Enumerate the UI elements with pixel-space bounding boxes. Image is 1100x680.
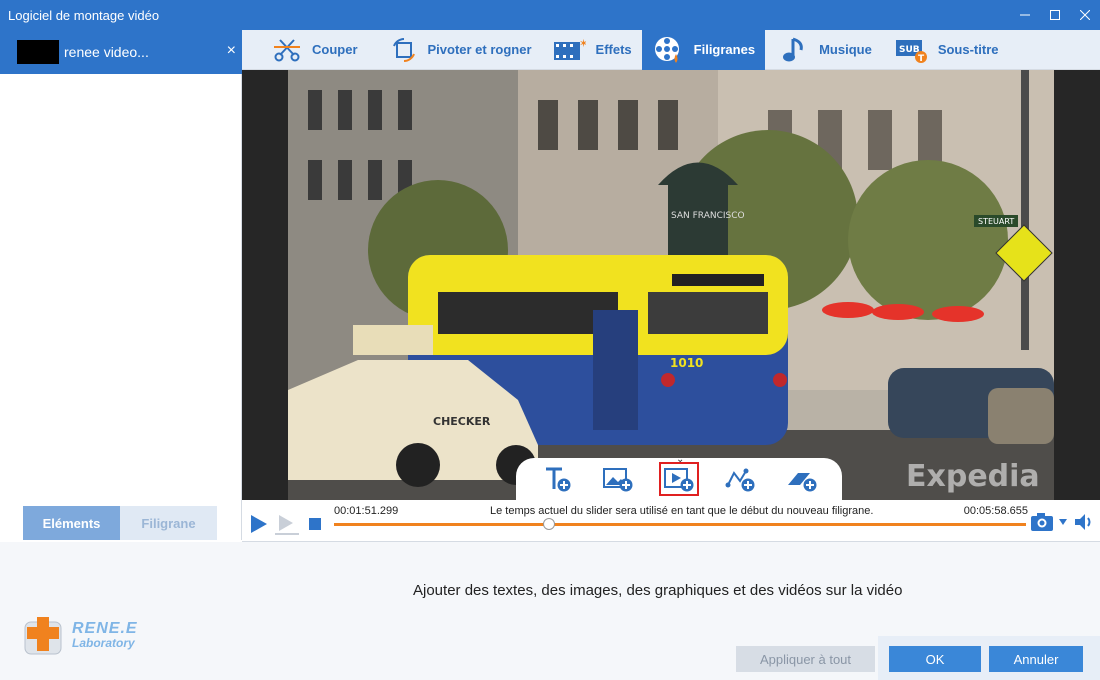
timeline: 00:01:51.299 Le temps actuel du slider s… — [242, 500, 1100, 542]
play-icon[interactable] — [250, 514, 268, 534]
edit-toolbar: Couper Pivoter et rogner ✶ Effets Filigr… — [242, 29, 1100, 70]
steuart-sign: STEUART — [978, 217, 1014, 226]
window-controls — [1010, 0, 1100, 30]
ok-button[interactable]: OK — [889, 646, 981, 672]
close-window-button[interactable] — [1070, 0, 1100, 30]
file-name: renee video... — [64, 44, 149, 60]
feature-description: Ajouter des textes, des images, des grap… — [413, 582, 903, 599]
add-text-button[interactable] — [537, 462, 577, 496]
watermark-icon — [654, 36, 679, 63]
bottom-panel: Ajouter des textes, des images, des grap… — [0, 542, 1100, 680]
maximize-icon — [1050, 10, 1060, 20]
cut-icon — [274, 38, 300, 61]
rene-logo: RENE.E Laboratory — [22, 614, 138, 658]
title-bar: Logiciel de montage vidéo — [0, 0, 1100, 30]
svg-text:T: T — [918, 54, 925, 64]
tab-sous-titre-label: Sous-titre — [937, 42, 999, 57]
file-close-button[interactable]: × — [227, 42, 236, 60]
music-icon — [783, 37, 803, 61]
logo-text: RENE.E Laboratory — [72, 621, 138, 651]
tab-pivoter-label: Pivoter et rogner — [427, 42, 532, 57]
add-eraser-button[interactable] — [781, 462, 821, 496]
timeline-hint: Le temps actuel du slider sera utilisé e… — [490, 505, 874, 517]
tab-pivoter[interactable]: Pivoter et rogner — [368, 30, 542, 70]
stop-icon[interactable] — [309, 518, 321, 530]
taxi-label: CHECKER — [433, 415, 491, 428]
minimize-button[interactable] — [1010, 0, 1040, 30]
expedia-watermark: Expedia — [906, 459, 1040, 494]
end-time: 00:05:58.655 — [963, 505, 1028, 517]
apply-all-button[interactable]: Appliquer à tout — [736, 646, 875, 672]
logo-line-1: RENE.E — [72, 620, 138, 637]
chevron-down-icon: ⌄ — [675, 454, 685, 465]
window-title: Logiciel de montage vidéo — [8, 7, 160, 23]
logo-line-2: Laboratory — [72, 636, 135, 650]
add-video-button[interactable]: ⌄ — [658, 454, 699, 496]
tab-effets-label: Effets — [595, 42, 632, 57]
add-graphic-button[interactable] — [720, 462, 760, 496]
logo-icon — [24, 617, 62, 655]
playback-controls — [250, 513, 321, 535]
tab-elements[interactable]: Eléments — [23, 506, 120, 540]
tab-musique[interactable]: Musique — [765, 30, 882, 70]
tab-sous-titre[interactable]: SUB T Sous-titre — [882, 30, 1009, 70]
video-frame: SAN FRANCISCO STEUART 1010 CHECKER Exped… — [288, 70, 1054, 500]
add-text-icon — [545, 467, 571, 492]
add-element-bar: ⌄ — [516, 454, 842, 500]
close-icon — [1080, 10, 1090, 20]
left-bottom-tabs: Eléments Filigrane — [23, 506, 217, 540]
cancel-button[interactable]: Annuler — [989, 646, 1083, 672]
eraser-icon — [788, 473, 817, 492]
camera-dropdown-icon[interactable] — [1058, 518, 1068, 526]
timeline-slider-handle[interactable] — [542, 518, 555, 530]
tab-couper-label: Couper — [312, 42, 358, 57]
tab-filigranes-label: Filigranes — [693, 42, 756, 57]
timeline-track[interactable] — [334, 523, 1026, 526]
tab-effets[interactable]: ✶ Effets — [542, 30, 642, 70]
camera-icon[interactable] — [1030, 512, 1056, 532]
video-preview: SAN FRANCISCO STEUART 1010 CHECKER Exped… — [242, 70, 1100, 500]
snapshot-controls — [1030, 512, 1094, 532]
current-time: 00:01:51.299 — [334, 505, 399, 517]
add-graphic-icon — [725, 468, 755, 492]
tree-right — [848, 160, 1008, 320]
left-panel: renee video... × Eléments Filigrane — [0, 30, 242, 540]
volume-icon[interactable] — [1074, 513, 1094, 531]
add-image-button[interactable] — [598, 462, 638, 496]
subtitle-icon: SUB T — [895, 39, 927, 64]
san-francisco-sign: SAN FRANCISCO — [671, 211, 745, 221]
play-from-icon[interactable] — [274, 513, 300, 535]
svg-text:✶: ✶ — [579, 37, 586, 50]
tram-number: 1010 — [670, 356, 703, 370]
add-video-icon — [663, 468, 694, 492]
tab-couper[interactable]: Couper — [242, 30, 368, 70]
tab-filigrane[interactable]: Filigrane — [120, 506, 217, 540]
rotate-crop-icon — [392, 37, 415, 62]
file-thumbnail — [17, 40, 59, 64]
maximize-button[interactable] — [1040, 0, 1070, 30]
file-tab[interactable]: renee video... × — [0, 30, 242, 74]
tab-filigranes[interactable]: Filigranes — [641, 29, 766, 70]
tab-musique-label: Musique — [819, 42, 872, 57]
effects-icon: ✶ — [553, 37, 586, 60]
minimize-icon — [1020, 14, 1030, 16]
add-image-icon — [602, 468, 633, 492]
